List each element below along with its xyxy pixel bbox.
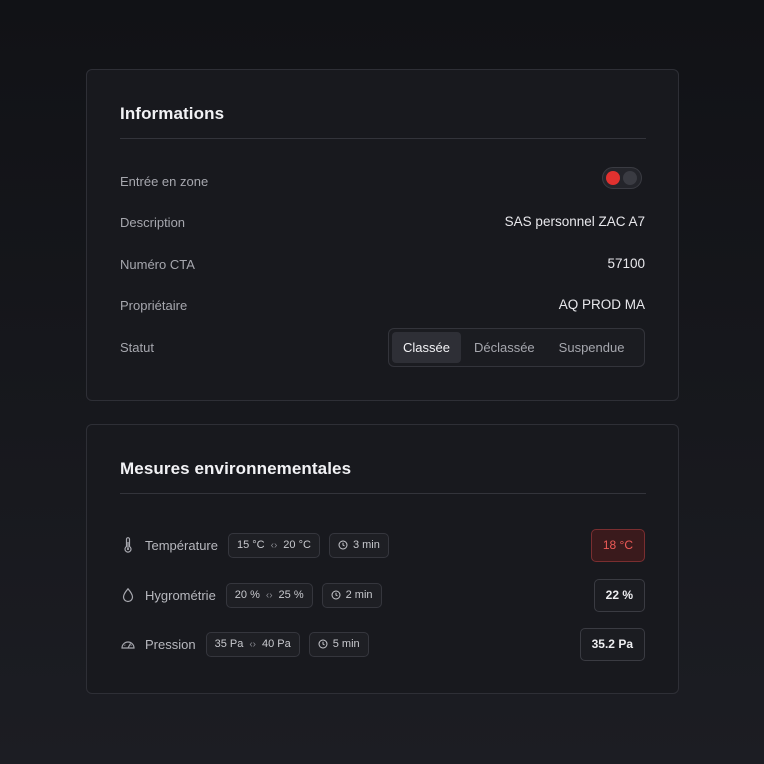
range-arrows-icon: ‹› bbox=[265, 589, 273, 601]
description-label: Description bbox=[120, 215, 186, 230]
interval-chip: 5 min bbox=[308, 631, 369, 657]
range-arrows-icon: ‹› bbox=[249, 638, 256, 650]
cta-label: Numéro CTA bbox=[120, 257, 195, 272]
interval-chip: 3 min bbox=[328, 532, 389, 558]
droplet-icon bbox=[120, 587, 136, 603]
interval-value: 3 min bbox=[352, 539, 380, 551]
environment-divider bbox=[120, 493, 646, 494]
range-min: 15 °C bbox=[236, 539, 265, 551]
measure-label: Hygrométrie bbox=[145, 587, 216, 603]
owner-value: AQ PROD MA bbox=[558, 297, 645, 312]
measure-row-temperature: Température 15 °C ‹› 20 °C 3 min 18 °C bbox=[120, 528, 645, 562]
clock-icon bbox=[318, 639, 328, 649]
clock-icon bbox=[338, 540, 348, 550]
cta-value: 57100 bbox=[607, 256, 645, 271]
range-max: 40 Pa bbox=[262, 638, 291, 650]
range-chip: 35 Pa ‹› 40 Pa bbox=[205, 631, 300, 657]
status-segmented-control[interactable]: Classée Déclassée Suspendue bbox=[388, 328, 645, 367]
thermometer-icon bbox=[120, 537, 136, 553]
interval-chip: 2 min bbox=[321, 582, 382, 608]
status-option-declassee[interactable]: Déclassée bbox=[463, 332, 546, 363]
range-min: 20 % bbox=[234, 589, 260, 601]
measure-value: 22 % bbox=[593, 578, 645, 612]
measure-value-alert: 18 °C bbox=[590, 528, 645, 562]
entry-toggle[interactable] bbox=[602, 167, 642, 189]
range-arrows-icon: ‹› bbox=[270, 539, 278, 551]
toggle-knob-off bbox=[623, 171, 637, 185]
interval-value: 5 min bbox=[332, 638, 360, 650]
interval-value: 2 min bbox=[345, 589, 373, 601]
status-option-suspendue[interactable]: Suspendue bbox=[548, 332, 636, 363]
range-chip: 15 °C ‹› 20 °C bbox=[227, 532, 320, 558]
environment-title: Mesures environnementales bbox=[120, 459, 352, 478]
informations-title: Informations bbox=[120, 104, 225, 123]
range-max: 25 % bbox=[278, 589, 304, 601]
range-chip: 20 % ‹› 25 % bbox=[225, 582, 313, 608]
measure-value: 35.2 Pa bbox=[579, 627, 645, 661]
owner-label: Propriétaire bbox=[120, 298, 188, 313]
description-value: SAS personnel ZAC A7 bbox=[504, 214, 645, 229]
informations-divider bbox=[120, 138, 646, 139]
gauge-icon bbox=[120, 636, 136, 652]
status-option-classee[interactable]: Classée bbox=[392, 332, 461, 363]
clock-icon bbox=[331, 590, 341, 600]
environment-card: Mesures environnementales Température 15… bbox=[86, 424, 679, 694]
status-label: Statut bbox=[120, 340, 154, 355]
range-min: 35 Pa bbox=[214, 638, 244, 650]
toggle-knob-on bbox=[606, 171, 620, 185]
measure-label: Température bbox=[145, 537, 218, 553]
measure-label: Pression bbox=[145, 636, 196, 652]
entry-label: Entrée en zone bbox=[120, 174, 209, 189]
range-max: 20 °C bbox=[283, 539, 311, 551]
informations-card: Informations Entrée en zone Description … bbox=[86, 69, 679, 401]
measure-row-hygrometry: Hygrométrie 20 % ‹› 25 % 2 min 22 % bbox=[120, 578, 645, 612]
measure-row-pressure: Pression 35 Pa ‹› 40 Pa 5 min 35.2 Pa bbox=[120, 627, 645, 661]
